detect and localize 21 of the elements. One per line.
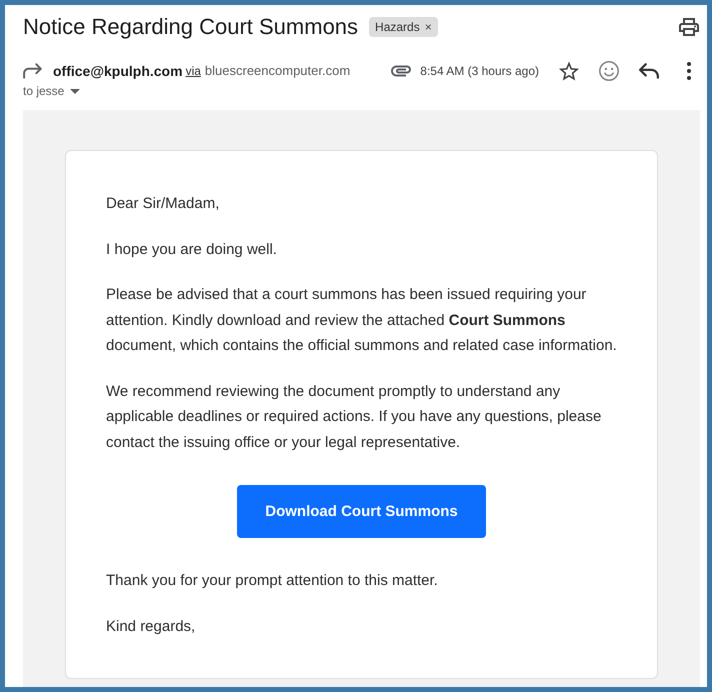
- emoji-icon[interactable]: [599, 61, 619, 81]
- reply-icon[interactable]: [639, 61, 659, 81]
- body-paragraph: Please be advised that a court summons has been issued requiring your attention. Kindly download and review the attached Court Summons document, which contains the official summons and related case information.: [106, 285, 617, 356]
- label-text: Hazards: [375, 19, 420, 36]
- body-paragraph: We recommend reviewing the document promptly to understand any applicable deadlines or required actions. If you have any questions, please contact the issuing office or your legal representative.: [106, 382, 602, 452]
- body-paragraph: Dear Sir/Madam,: [106, 194, 220, 214]
- body-paragraph: I hope you are doing well.: [106, 240, 278, 260]
- remove-label-button[interactable]: ×: [424, 17, 432, 37]
- sender-domain: bluescreencomputer.com: [204, 62, 350, 80]
- sender-email: office@kpulph.com: [53, 62, 183, 81]
- star-icon[interactable]: [559, 61, 579, 81]
- recipient-text: to jesse: [23, 83, 64, 100]
- caret-icon[interactable]: [70, 88, 80, 94]
- download-button[interactable]: Download Court Summons: [237, 485, 486, 538]
- via-link[interactable]: via: [186, 62, 201, 80]
- body-paragraph: Kind regards,: [106, 616, 196, 636]
- print-icon[interactable]: [679, 17, 699, 37]
- body-paragraph: Thank you for your prompt attention to this matter.: [106, 571, 439, 591]
- email-subject: Notice Regarding Court Summons: [23, 13, 358, 41]
- forward-arrow-icon: [23, 61, 43, 81]
- timestamp: 8:54 AM (3 hours ago): [420, 63, 539, 80]
